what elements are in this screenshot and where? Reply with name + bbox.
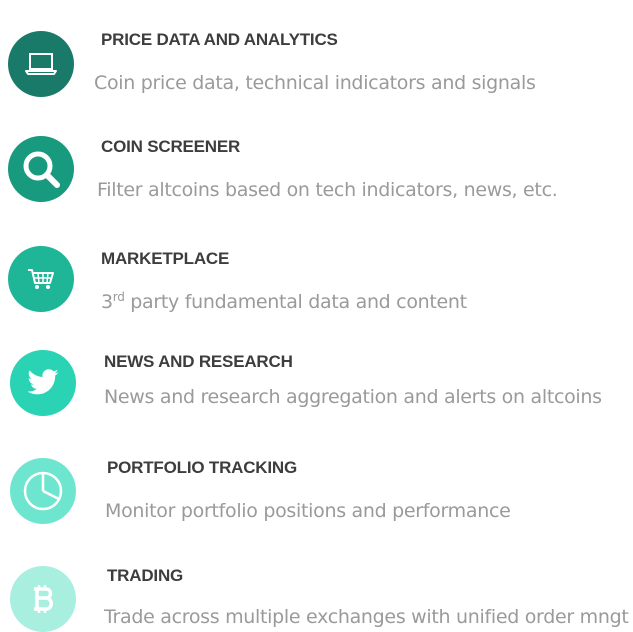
feature-title: TRADING xyxy=(107,566,184,585)
feature-marketplace: MARKETPLACE 3rd party fundamental data a… xyxy=(0,212,633,313)
feature-title: PRICE DATA AND ANALYTICS xyxy=(101,30,338,49)
pie-chart-icon xyxy=(10,458,76,524)
feature-coin-screener: COIN SCREENER Filter altcoins based on t… xyxy=(0,106,633,206)
feature-title: PORTFOLIO TRACKING xyxy=(107,458,297,477)
twitter-bird-icon xyxy=(10,350,76,416)
magnifier-icon xyxy=(8,136,74,202)
feature-title: NEWS AND RESEARCH xyxy=(104,352,293,371)
description-rest: party fundamental data and content xyxy=(124,291,467,313)
shopping-cart-icon xyxy=(8,246,74,312)
feature-news-research: NEWS AND RESEARCH News and research aggr… xyxy=(0,318,633,418)
laptop-icon xyxy=(8,31,74,97)
description-superscript: rd xyxy=(112,290,125,304)
feature-title: COIN SCREENER xyxy=(101,137,241,156)
feature-price-data: PRICE DATA AND ANALYTICS Coin price data… xyxy=(0,0,633,100)
feature-description: News and research aggregation and alerts… xyxy=(104,386,602,408)
description-prefix: 3 xyxy=(101,291,113,313)
feature-description: Monitor portfolio positions and performa… xyxy=(105,500,511,522)
feature-trading: TRADING Trade across multiple exchanges … xyxy=(0,530,633,632)
feature-portfolio-tracking: PORTFOLIO TRACKING Monitor portfolio pos… xyxy=(0,424,633,524)
feature-description: 3rd party fundamental data and content xyxy=(101,290,467,313)
feature-description: Filter altcoins based on tech indicators… xyxy=(97,179,558,201)
feature-title: MARKETPLACE xyxy=(101,249,230,268)
feature-description: Trade across multiple exchanges with uni… xyxy=(104,606,629,628)
feature-description: Coin price data, technical indicators an… xyxy=(94,72,536,94)
bitcoin-icon xyxy=(10,566,76,632)
